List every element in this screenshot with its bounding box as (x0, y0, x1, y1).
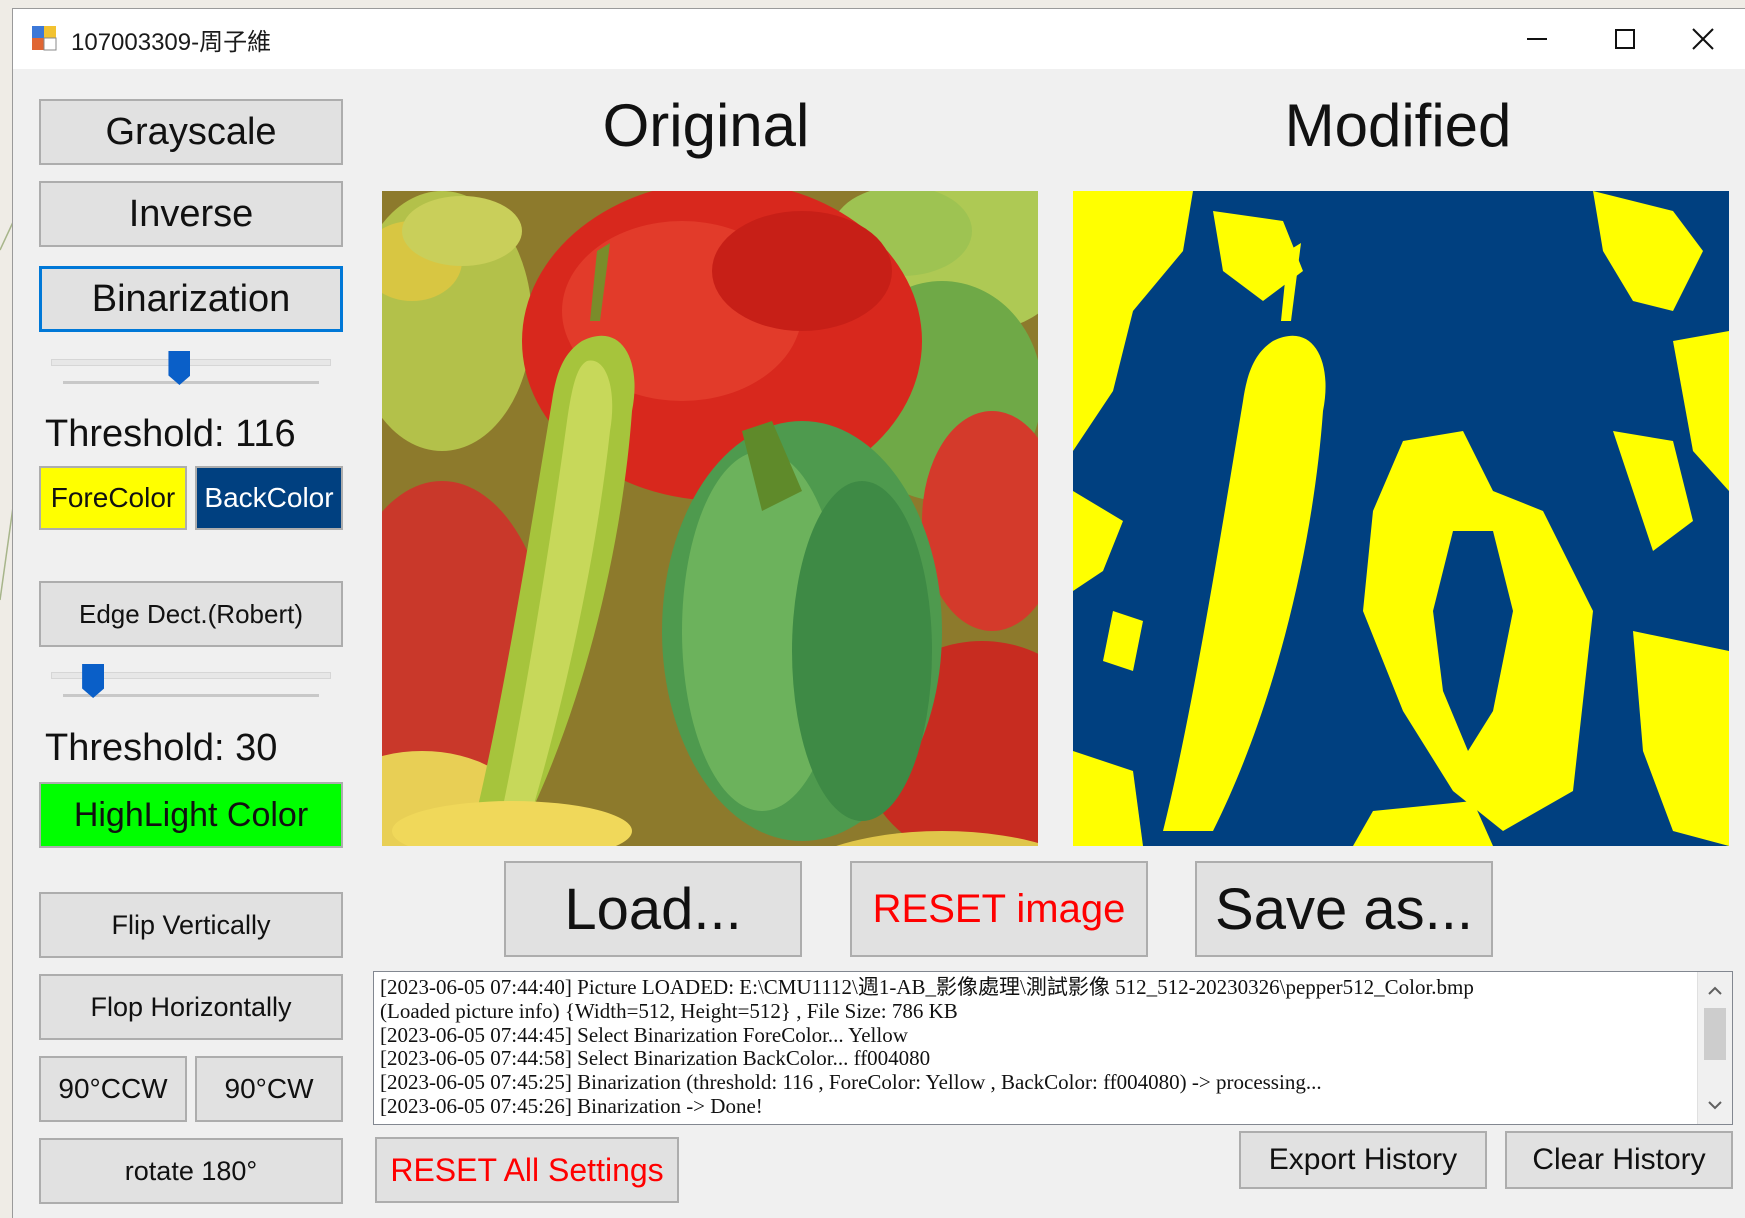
chevron-down-icon[interactable] (1698, 1090, 1732, 1120)
close-icon (1692, 28, 1714, 50)
app-window: 107003309-周子維 Grayscale Inverse Binariza… (12, 8, 1745, 1218)
title-bar: 107003309-周子維 (13, 9, 1745, 69)
export-history-button[interactable]: Export History (1239, 1131, 1487, 1189)
edge-detect-button[interactable]: Edge Dect.(Robert) (39, 581, 343, 647)
log-scrollbar[interactable] (1697, 972, 1732, 1124)
grayscale-button[interactable]: Grayscale (39, 99, 343, 165)
window-title: 107003309-周子維 (71, 29, 272, 56)
minimize-icon (1527, 38, 1547, 40)
log-line: [2023-06-05 07:44:58] Select Binarizatio… (380, 1046, 931, 1071)
forecolor-button[interactable]: ForeColor (39, 466, 187, 530)
chevron-up-icon[interactable] (1698, 976, 1732, 1006)
maximize-icon (1615, 29, 1635, 49)
binarization-threshold-label: Threshold: 116 (45, 413, 296, 455)
clear-history-button[interactable]: Clear History (1505, 1131, 1733, 1189)
slider-base (63, 381, 319, 384)
backcolor-button[interactable]: BackColor (195, 466, 343, 530)
app-window-icon (32, 26, 57, 51)
modified-image (1073, 191, 1729, 846)
history-log[interactable]: [2023-06-05 07:44:40] Picture LOADED: E:… (373, 971, 1733, 1125)
save-as-button[interactable]: Save as... (1195, 861, 1493, 957)
log-line: [2023-06-05 07:45:26] Binarization -> Do… (380, 1093, 763, 1118)
slider-thumb[interactable] (82, 664, 105, 698)
log-lines: [2023-06-05 07:44:40] Picture LOADED: E:… (380, 975, 1692, 1119)
original-title: Original (602, 92, 810, 159)
scroll-thumb[interactable] (1704, 1008, 1726, 1060)
slider-base (63, 694, 319, 697)
slider-thumb[interactable] (168, 351, 191, 385)
close-button[interactable] (1659, 9, 1745, 69)
binarization-button[interactable]: Binarization (39, 266, 343, 332)
flop-horizontally-button[interactable]: Flop Horizontally (39, 974, 343, 1040)
flip-vertically-button[interactable]: Flip Vertically (39, 892, 343, 958)
original-image (382, 191, 1038, 846)
reset-image-button[interactable]: RESET image (850, 861, 1148, 957)
log-line: [2023-06-05 07:44:40] Picture LOADED: E:… (380, 975, 1474, 999)
log-line: (Loaded picture info) {Width=512, Height… (380, 998, 958, 1023)
edge-threshold-slider[interactable] (51, 664, 331, 704)
rotate-cw-button[interactable]: 90°CW (195, 1056, 343, 1122)
load-button[interactable]: Load... (504, 861, 802, 957)
reset-all-settings-button[interactable]: RESET All Settings (375, 1137, 679, 1203)
edge-threshold-label: Threshold: 30 (45, 727, 278, 769)
modified-title: Modified (1284, 92, 1512, 159)
log-line: [2023-06-05 07:45:25] Binarization (thre… (380, 1070, 1322, 1095)
slider-track (51, 359, 331, 366)
maximize-button[interactable] (1581, 9, 1669, 69)
log-line: [2023-06-05 07:44:45] Select Binarizatio… (380, 1022, 908, 1047)
rotate-180-button[interactable]: rotate 180° (39, 1138, 343, 1204)
highlight-color-button[interactable]: HighLight Color (39, 782, 343, 848)
binarization-threshold-slider[interactable] (51, 351, 331, 391)
inverse-button[interactable]: Inverse (39, 181, 343, 247)
rotate-ccw-button[interactable]: 90°CCW (39, 1056, 187, 1122)
minimize-button[interactable] (1493, 9, 1581, 69)
